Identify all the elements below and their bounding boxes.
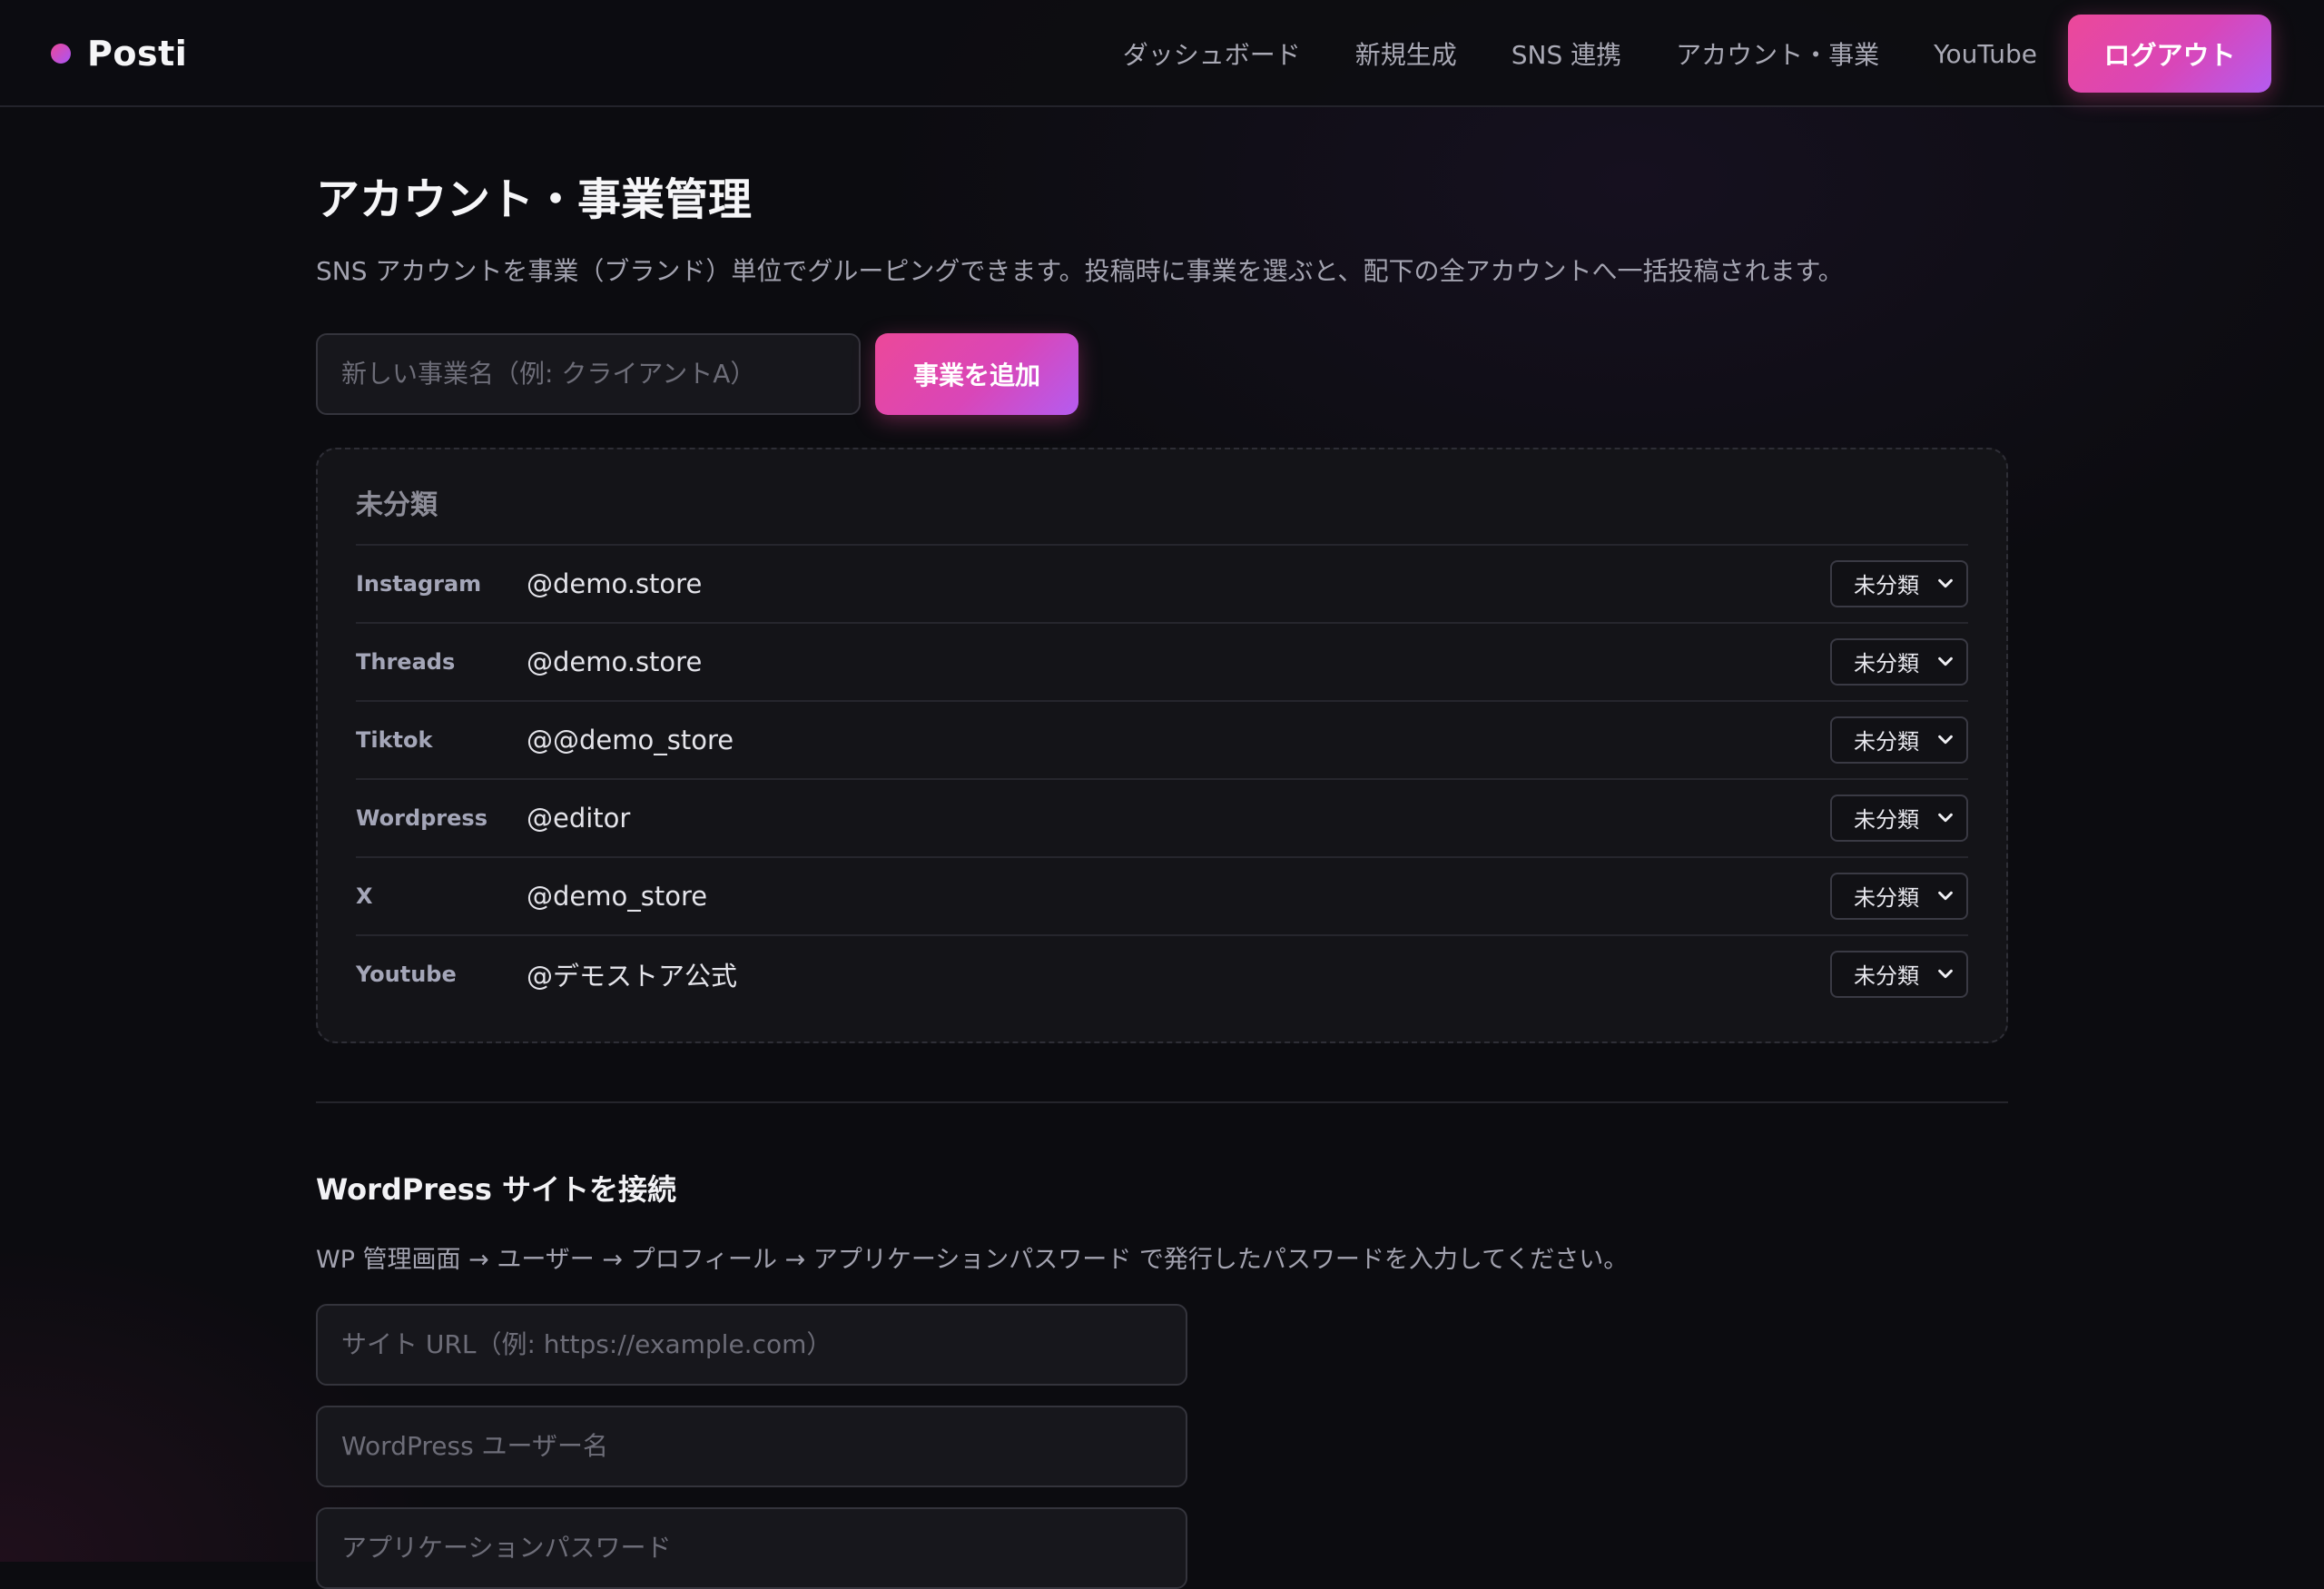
account-platform: Instagram [356, 570, 482, 597]
wordpress-section-description: WP 管理画面 → ユーザー → プロフィール → アプリケーションパスワード … [316, 1245, 1629, 1274]
account-row: Youtube @デモストア公式 未分類 [356, 933, 1968, 1012]
account-handle: @demo.store [527, 568, 703, 599]
brand-name: Posti [87, 34, 188, 74]
account-handle: @デモストア公式 [527, 960, 738, 992]
add-business-row: 事業を追加 [316, 332, 2008, 415]
logout-button[interactable]: ログアウト [2068, 15, 2271, 93]
business-select-value: 未分類 [1854, 807, 1919, 834]
wordpress-section-title: WordPress サイトを接続 [316, 1171, 677, 1207]
business-name-input[interactable] [316, 332, 861, 415]
main-content: アカウント・事業管理 SNS アカウントを事業（ブランド）単位でグルーピングでき… [316, 107, 2008, 1589]
page-description: SNS アカウントを事業（ブランド）単位でグルーピングできます。投稿時に事業を選… [316, 255, 1844, 286]
account-handle: @demo_store [527, 880, 708, 912]
add-business-button[interactable]: 事業を追加 [875, 332, 1078, 415]
account-platform: Threads [356, 648, 456, 675]
nav-link-accounts-business[interactable]: アカウント・事業 [1676, 35, 1879, 72]
business-select[interactable]: 未分類 [1830, 872, 1968, 920]
business-select-value: 未分類 [1854, 963, 1919, 990]
group-card-unassigned: 未分類 Instagram @demo.store 未分類 Threads @d… [316, 447, 2008, 1043]
nav-link-new-generate[interactable]: 新規生成 [1355, 35, 1457, 72]
business-select[interactable]: 未分類 [1830, 559, 1968, 607]
chevron-down-icon [1938, 813, 1953, 823]
section-divider [316, 1100, 2008, 1103]
chevron-down-icon [1938, 656, 1953, 666]
app-password-input[interactable] [316, 1506, 1187, 1589]
account-platform: Youtube [356, 961, 457, 987]
main-nav: ダッシュボード 新規生成 SNS 連携 アカウント・事業 YouTube ログア… [1123, 0, 2271, 107]
account-row: Threads @demo.store 未分類 [356, 621, 1968, 700]
business-select[interactable]: 未分類 [1830, 950, 1968, 998]
top-header: Posti ダッシュボード 新規生成 SNS 連携 アカウント・事業 YouTu… [0, 0, 2324, 107]
business-select-value: 未分類 [1854, 885, 1919, 912]
brand-dot-icon [51, 44, 71, 64]
account-handle: @@demo_store [527, 724, 734, 755]
business-select[interactable]: 未分類 [1830, 794, 1968, 842]
wp-username-input[interactable] [316, 1405, 1187, 1487]
nav-link-sns-connect[interactable]: SNS 連携 [1512, 35, 1621, 72]
account-row: Wordpress @editor 未分類 [356, 777, 1968, 856]
page-title: アカウント・事業管理 [316, 174, 753, 225]
business-select[interactable]: 未分類 [1830, 716, 1968, 764]
account-platform: Tiktok [356, 726, 433, 753]
account-handle: @demo.store [527, 646, 703, 677]
account-platform: X [356, 883, 373, 909]
chevron-down-icon [1938, 578, 1953, 588]
chevron-down-icon [1938, 735, 1953, 745]
brand-logo[interactable]: Posti [51, 0, 187, 107]
nav-link-youtube[interactable]: YouTube [1934, 39, 2037, 69]
nav-link-dashboard[interactable]: ダッシュボード [1123, 35, 1301, 72]
account-row: X @demo_store 未分類 [356, 855, 1968, 934]
account-row: Tiktok @@demo_store 未分類 [356, 699, 1968, 778]
group-title: 未分類 [356, 489, 438, 521]
business-select[interactable]: 未分類 [1830, 637, 1968, 686]
business-select-value: 未分類 [1854, 573, 1919, 599]
business-select-value: 未分類 [1854, 729, 1919, 755]
account-row: Instagram @demo.store 未分類 [356, 543, 1968, 622]
chevron-down-icon [1938, 891, 1953, 901]
account-platform: Wordpress [356, 804, 487, 831]
business-select-value: 未分類 [1854, 651, 1919, 677]
chevron-down-icon [1938, 969, 1953, 979]
site-url-input[interactable] [316, 1303, 1187, 1386]
account-handle: @editor [527, 802, 631, 834]
